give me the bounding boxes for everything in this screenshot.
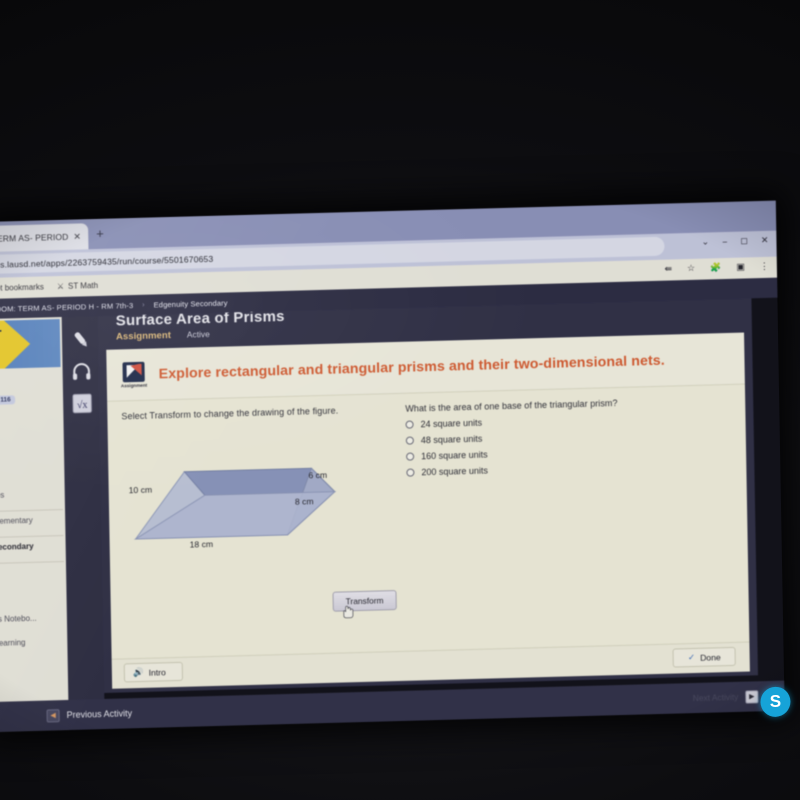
- sidebar-icon[interactable]: ▣: [736, 261, 745, 272]
- maximize-icon[interactable]: ◻: [740, 235, 748, 246]
- browser-tab[interactable]: M TERM AS- PERIOD ✕: [0, 223, 89, 253]
- answer-option-3[interactable]: 200 square units: [406, 461, 668, 478]
- breadcrumb-classroom[interactable]: ROOM: TERM AS- PERIOD H - RM 7th-3: [0, 301, 133, 314]
- next-activity-label: Next Activity: [692, 691, 739, 704]
- answer-option-2[interactable]: 160 square units: [406, 445, 668, 462]
- activity-stage: Assignment Explore rectangular and trian…: [106, 332, 750, 689]
- sidebar-item-learning[interactable]: Learning: [0, 637, 67, 648]
- figure-label-6cm: 6 cm: [308, 469, 328, 481]
- bookmark-net-bookmarks[interactable]: .net bookmarks: [0, 282, 44, 292]
- svg-text:√x: √x: [77, 400, 88, 411]
- sidebar-item-2[interactable]: s: [0, 465, 64, 476]
- status-badge-overlay[interactable]: S: [760, 686, 791, 718]
- previous-activity-label: Previous Activity: [66, 708, 133, 720]
- answer-option-0[interactable]: 24 square units: [405, 413, 667, 430]
- hand-cursor-icon: [343, 605, 354, 619]
- sidebar-item-0[interactable]: ah: [0, 375, 63, 386]
- monitor-screen: M TERM AS- PERIOD ✕ + 🔒 lms.lausd.net/ap…: [0, 200, 791, 732]
- answer-option-2-label: 160 square units: [421, 449, 488, 462]
- radio-icon[interactable]: [406, 468, 415, 477]
- radio-icon[interactable]: [405, 420, 414, 429]
- done-button[interactable]: ✓ Done: [672, 646, 736, 668]
- left-arrow-icon: ◀: [46, 708, 60, 723]
- st-math-icon: ⚔: [56, 281, 65, 292]
- sidebar-item-notebook[interactable]: ss Notebo...: [0, 613, 67, 624]
- close-icon[interactable]: ✕: [761, 235, 769, 246]
- tab-title: M TERM AS- PERIOD: [0, 231, 69, 244]
- extensions-icon[interactable]: 🧩: [710, 262, 721, 273]
- right-arrow-icon: ▶: [745, 689, 759, 704]
- start-here-line2: ERE: [0, 344, 2, 361]
- breadcrumb-separator: ›: [142, 301, 145, 309]
- photograph-of-monitor: M TERM AS- PERIOD ✕ + 🔒 lms.lausd.net/ap…: [0, 0, 800, 800]
- divider: [0, 561, 64, 564]
- assignment-icon-caption: Assignment: [120, 382, 148, 388]
- window-controls: ⌄ − ◻ ✕: [701, 235, 768, 248]
- triangular-prism-figure: 10 cm 6 cm 8 cm 18 cm: [126, 435, 358, 561]
- question-block: What is the area of one base of the tria…: [405, 397, 668, 484]
- sidebar-badge-count: 116: [0, 395, 15, 405]
- status-badge: Active: [186, 328, 210, 340]
- figure-label-18cm: 18 cm: [189, 538, 214, 550]
- lesson-meta: Assignment Active: [116, 329, 210, 343]
- arrow-shape: [0, 320, 31, 370]
- intro-button[interactable]: 🔊 Intro: [123, 661, 183, 683]
- next-activity-button[interactable]: Next Activity ▶: [692, 689, 759, 705]
- minimize-icon[interactable]: −: [722, 236, 727, 246]
- check-icon: ✓: [687, 651, 696, 663]
- question-prompt: What is the area of one base of the tria…: [405, 397, 618, 414]
- sidebar-item-elementary[interactable]: Elementary: [0, 515, 65, 526]
- answer-option-3-label: 200 square units: [421, 465, 489, 478]
- bookmark-label: ST Math: [67, 280, 99, 291]
- assignment-glyph: [122, 361, 145, 382]
- browser-toolbar-icons: ⇚ ☆ 🧩 ▣ ⋮: [664, 261, 769, 275]
- star-icon[interactable]: ☆: [687, 263, 695, 274]
- lesson-type: Assignment: [115, 330, 172, 343]
- instruction-text: Select Transform to change the drawing o…: [121, 405, 339, 422]
- sidebar-item-3[interactable]: ces: [0, 489, 65, 500]
- activity-footer: 🔊 Intro ✓ Done: [111, 641, 750, 689]
- url-text: lms.lausd.net/apps/2263759435/run/course…: [0, 253, 214, 270]
- previous-activity-button[interactable]: ◀ Previous Activity: [46, 707, 133, 723]
- left-navigation: TART ERE ah s 116 s ces Elementary Secon…: [0, 316, 69, 732]
- intro-button-label: Intro: [148, 666, 166, 678]
- radio-icon[interactable]: [405, 436, 414, 445]
- activity-heading: Explore rectangular and triangular prism…: [158, 352, 665, 382]
- screen-content: M TERM AS- PERIOD ✕ + 🔒 lms.lausd.net/ap…: [0, 200, 785, 732]
- start-here-banner[interactable]: TART ERE: [0, 319, 61, 370]
- plus-icon[interactable]: +: [96, 226, 104, 241]
- answer-option-1[interactable]: 48 square units: [405, 429, 668, 446]
- chevron-down-icon[interactable]: ⌄: [701, 236, 709, 247]
- answer-option-0-label: 24 square units: [420, 417, 483, 430]
- divider: [0, 509, 64, 512]
- sidebar-item-secondary[interactable]: Secondary: [0, 541, 66, 552]
- start-here-line1: TART: [0, 328, 2, 345]
- pencil-icon[interactable]: [70, 328, 92, 351]
- done-button-label: Done: [700, 651, 721, 663]
- figure-label-10cm: 10 cm: [128, 484, 153, 496]
- share-icon[interactable]: ⇚: [664, 263, 672, 274]
- lesson-panel: Surface Area of Prisms Assignment Active…: [97, 298, 758, 693]
- calculator-icon[interactable]: √x: [71, 392, 93, 415]
- radio-icon[interactable]: [406, 452, 415, 461]
- divider: [0, 535, 64, 538]
- headphones-icon[interactable]: [70, 360, 92, 383]
- menu-icon[interactable]: ⋮: [760, 261, 769, 272]
- assignment-icon: Assignment: [120, 361, 148, 388]
- bookmark-label: .net bookmarks: [0, 282, 44, 293]
- sidebar-item-1[interactable]: s 116: [0, 393, 63, 405]
- figure-label-8cm: 8 cm: [294, 496, 314, 507]
- activity-header: Assignment Explore rectangular and trian…: [106, 332, 745, 402]
- prism-svg: [133, 467, 337, 540]
- breadcrumb-edgenuity[interactable]: Edgenuity Secondary: [153, 298, 227, 309]
- close-icon[interactable]: ✕: [73, 231, 81, 241]
- bookmark-st-math[interactable]: ⚔ ST Math: [57, 281, 98, 291]
- answer-option-1-label: 48 square units: [420, 433, 483, 446]
- speaker-icon: 🔊: [132, 666, 144, 678]
